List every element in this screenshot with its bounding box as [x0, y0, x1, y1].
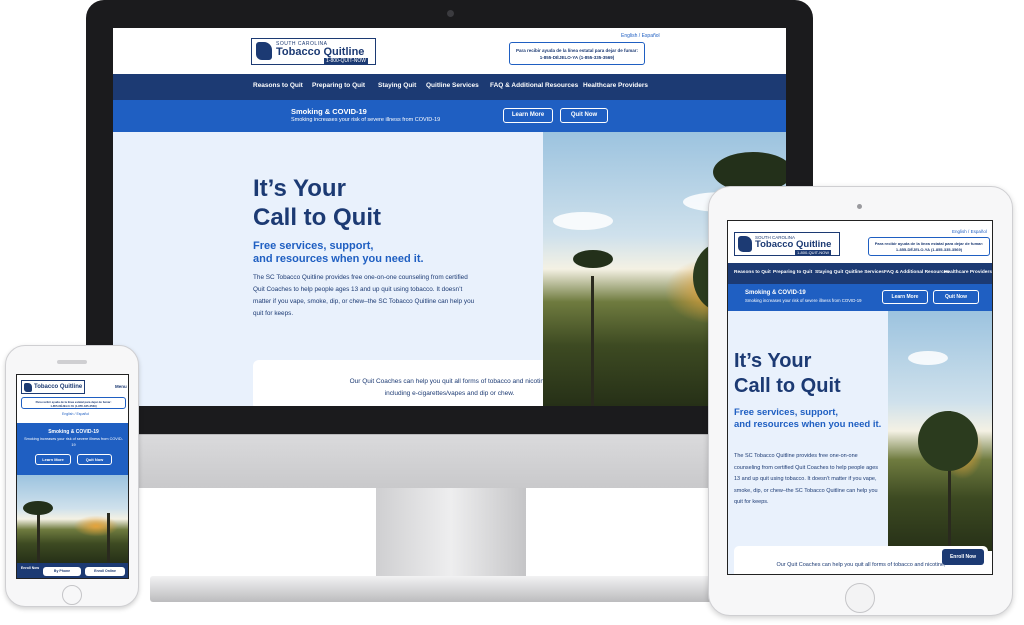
tablet-nav: Reasons to Quit Preparing to Quit Stayin…	[728, 263, 992, 284]
responsive-mockup-stage: SOUTH CAROLINA Tobacco Quitline 1-800-QU…	[0, 0, 1024, 625]
lang-separator: /	[968, 229, 970, 234]
hero-title: It’s Your Call to Quit	[734, 349, 841, 399]
site-logo[interactable]: SOUTH CAROLINA Tobacco Quitline 1-800-QU…	[251, 38, 376, 65]
covid-banner: Smoking & COVID-19 Smoking increases you…	[17, 423, 128, 475]
menu-button[interactable]: Menu	[115, 384, 127, 389]
hero-section: It’s Your Call to Quit Free services, su…	[113, 132, 646, 406]
language-switch: English / Español	[952, 229, 987, 234]
mobile-header: Tobacco Quitline Menu Para recibir ayuda…	[17, 375, 128, 423]
lang-spanish-link[interactable]: Español	[76, 412, 89, 416]
learn-more-button[interactable]: Learn More	[35, 454, 71, 465]
nav-faq-resources[interactable]: FAQ & Additional Resources	[884, 270, 949, 275]
logo-name: Tobacco Quitline	[34, 384, 83, 390]
logo-name: Tobacco Quitline	[755, 239, 832, 250]
nav-preparing-to-quit[interactable]: Preparing to Quit	[773, 270, 812, 275]
enroll-online-button[interactable]: Enroll Online	[85, 567, 125, 576]
state-outline-icon	[256, 42, 272, 60]
helpline-text: Para recibir ayuda de la línea estatal p…	[515, 48, 639, 53]
covid-banner: Smoking & COVID-19 Smoking increases you…	[728, 284, 992, 311]
tablet-logo[interactable]: SOUTH CAROLINA Tobacco Quitline 1-800-QU…	[734, 232, 840, 256]
nav-preparing-to-quit[interactable]: Preparing to Quit	[312, 82, 365, 89]
imac-camera	[447, 10, 454, 17]
hero-photo-palms	[888, 311, 992, 551]
helpline-number: 1-855-DÉJELO-YA (1-855-335-3569)	[50, 404, 97, 408]
phone-speaker	[57, 360, 87, 364]
spanish-helpline-box[interactable]: Para recibir ayuda de la línea estatal p…	[509, 42, 645, 65]
ipad-home-button	[845, 583, 875, 613]
state-outline-icon	[24, 383, 32, 392]
hero-section: It’s Your Call to Quit Free services, su…	[728, 311, 888, 574]
mobile-screen: Tobacco Quitline Menu Para recibir ayuda…	[16, 374, 129, 579]
hero-title-line2: Call to Quit	[734, 375, 841, 397]
nav-staying-quit[interactable]: Staying Quit	[815, 270, 843, 275]
quit-now-button[interactable]: Quit Now	[77, 454, 112, 465]
hero-body: The SC Tobacco Quitline provides free on…	[734, 453, 879, 505]
hero-title: It’s Your Call to Quit	[253, 174, 381, 232]
covid-title: Smoking & COVID-19	[745, 290, 806, 296]
mobile-enroll-bar: Enroll Now By Phone Enroll Online	[17, 563, 128, 578]
enroll-now-button[interactable]: Enroll Now	[942, 549, 984, 565]
nav-reasons-to-quit[interactable]: Reasons to Quit	[253, 82, 303, 89]
desktop-nav: Reasons to Quit Preparing to Quit Stayin…	[113, 74, 786, 100]
language-switch: English / Español	[62, 412, 89, 416]
lang-english-link[interactable]: English	[952, 229, 967, 234]
logo-number: 1-800-QUIT-NOW	[324, 58, 369, 64]
logo-number: 1-800-QUIT-NOW	[795, 250, 832, 255]
state-outline-icon	[738, 236, 752, 252]
learn-more-button[interactable]: Learn More	[503, 108, 553, 123]
lang-spanish-link[interactable]: Español	[971, 229, 987, 234]
mobile-enroll-label: Enroll Now	[20, 566, 40, 570]
nav-healthcare-providers[interactable]: Healthcare Providers	[944, 270, 992, 275]
lang-separator: /	[638, 33, 641, 39]
hero-subtitle-line2: and resources when you need it.	[734, 418, 882, 430]
lang-spanish-link[interactable]: Español	[642, 33, 660, 39]
nav-reasons-to-quit[interactable]: Reasons to Quit	[734, 270, 771, 275]
tablet-header: SOUTH CAROLINA Tobacco Quitline 1-800-QU…	[728, 221, 992, 263]
tablet-screen: SOUTH CAROLINA Tobacco Quitline 1-800-QU…	[727, 220, 993, 575]
ipad-camera	[857, 204, 862, 209]
covid-title: Smoking & COVID-19	[291, 107, 367, 116]
logo-name: Tobacco Quitline	[276, 46, 365, 58]
covid-banner: Smoking & COVID-19 Smoking increases you…	[113, 100, 786, 132]
hero-subtitle-line1: Free services, support,	[734, 407, 839, 418]
hero-subtitle: Free services, support, and resources wh…	[734, 407, 884, 430]
desktop-header: SOUTH CAROLINA Tobacco Quitline 1-800-QU…	[113, 28, 786, 74]
nav-quitline-services[interactable]: Quitline Services	[426, 82, 479, 89]
nav-healthcare-providers[interactable]: Healthcare Providers	[583, 82, 648, 89]
desktop-screen: SOUTH CAROLINA Tobacco Quitline 1-800-QU…	[113, 28, 786, 406]
hero-subtitle: Free services, support, and resources wh…	[253, 240, 424, 266]
helpline-number: 1-855-DÉJELO-YA (1-855-335-3569)	[895, 247, 963, 252]
covid-title: Smoking & COVID-19	[48, 429, 99, 435]
lang-english-link[interactable]: English	[621, 33, 637, 39]
nav-faq-resources[interactable]: FAQ & Additional Resources	[490, 82, 578, 89]
hero-photo-palms	[17, 475, 128, 563]
language-switch: English / Español	[621, 33, 660, 39]
enroll-by-phone-button[interactable]: By Phone	[43, 567, 81, 576]
covid-subtitle: Smoking increases your risk of severe il…	[24, 437, 123, 447]
coaches-line1: Our Quit Coaches can help you quit all f…	[776, 562, 946, 568]
learn-more-button[interactable]: Learn More	[882, 290, 928, 304]
imac-stand	[376, 488, 526, 576]
quit-now-button[interactable]: Quit Now	[933, 290, 979, 304]
lang-english-link[interactable]: English	[62, 412, 73, 416]
nav-staying-quit[interactable]: Staying Quit	[378, 82, 416, 89]
hero-body: The SC Tobacco Quitline provides free on…	[253, 274, 475, 317]
spanish-helpline-box[interactable]: Para recibir ayuda de la línea estatal p…	[21, 397, 126, 409]
covid-subtitle: Smoking increases your risk of severe il…	[745, 298, 862, 303]
spanish-helpline-box[interactable]: Para recibir ayuda de la línea estatal p…	[868, 237, 990, 256]
helpline-number: 1-855-DÉJELO-YA (1-855-335-3569)	[539, 55, 615, 60]
hero-subtitle-line1: Free services, support,	[253, 240, 374, 252]
nav-quitline-services[interactable]: Quitline Services	[845, 270, 884, 275]
phone-home-button	[62, 585, 82, 605]
hero-subtitle-line2: and resources when you need it.	[253, 253, 424, 265]
hero-title-line1: It’s Your	[253, 175, 346, 202]
hero-title-line1: It’s Your	[734, 350, 812, 372]
hero-title-line2: Call to Quit	[253, 204, 381, 231]
mobile-logo[interactable]: Tobacco Quitline	[21, 380, 85, 394]
imac-foot	[150, 576, 760, 602]
imac-chin	[86, 434, 813, 488]
quit-now-button[interactable]: Quit Now	[560, 108, 608, 123]
covid-subtitle: Smoking increases your risk of severe il…	[291, 117, 441, 123]
